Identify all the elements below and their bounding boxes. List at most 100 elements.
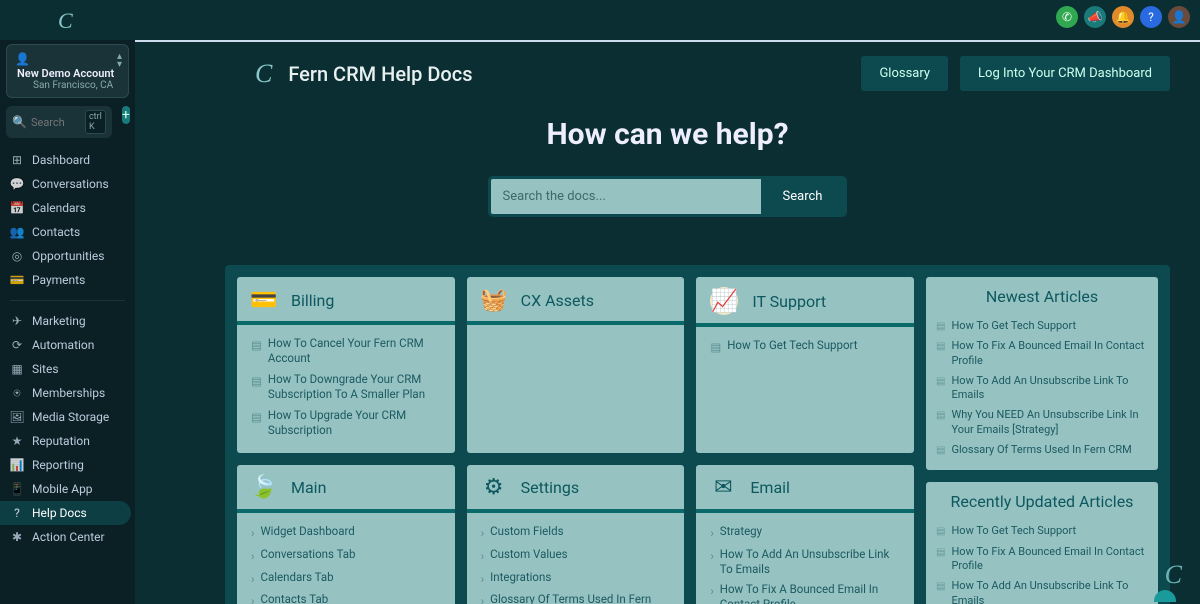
article-link[interactable]: ▤How To Get Tech Support: [710, 335, 900, 358]
sidebar-search[interactable]: 🔍 ctrl K: [6, 106, 112, 138]
search-input[interactable]: [31, 116, 81, 129]
article-title: Calendars Tab: [260, 570, 333, 585]
sidebar: 👤 New Demo Account San Francisco, CA ▴▾ …: [0, 40, 135, 604]
sidebar-item-label: Opportunities: [32, 249, 104, 263]
phone-icon[interactable]: ✆: [1056, 6, 1078, 28]
article-link[interactable]: ›Custom Values: [481, 544, 671, 567]
sidebar-item-reporting[interactable]: 📊Reporting: [0, 453, 135, 477]
side-box: Recently Updated Articles▤How To Get Tec…: [926, 482, 1158, 604]
category-email: ✉Email ›Strategy›How To Add An Unsubscrib…: [696, 465, 914, 604]
category-it-support: 📈IT Support ▤How To Get Tech Support: [696, 277, 914, 453]
avatar-icon[interactable]: 👤: [1168, 6, 1190, 28]
category-header[interactable]: ⚙Settings: [467, 465, 685, 513]
article-link[interactable]: ▤How To Get Tech Support: [936, 316, 1148, 336]
sidebar-item-label: Mobile App: [32, 482, 93, 496]
header-logo[interactable]: C: [255, 59, 272, 89]
sidebar-item-media-storage[interactable]: 🖼 Media Storage: [0, 405, 135, 429]
article-link[interactable]: ›Contacts Tab: [251, 589, 441, 604]
question-icon[interactable]: ?: [1140, 6, 1162, 28]
page-title: Fern CRM Help Docs: [288, 62, 472, 86]
hero-title: How can we help?: [135, 117, 1200, 152]
sidebar-item-conversations[interactable]: 💬Conversations: [0, 172, 135, 196]
sidebar-item-sites[interactable]: ▦Sites: [0, 357, 135, 381]
article-link[interactable]: ›Integrations: [481, 567, 671, 590]
category-settings: ⚙Settings ›Custom Fields›Custom Values›In…: [467, 465, 685, 604]
article-link[interactable]: ▤How To Fix A Bounced Email In Contact P…: [936, 542, 1148, 577]
sidebar-item-label: Marketing: [32, 314, 86, 328]
sidebar-item-help-docs[interactable]: ?Help Docs: [0, 501, 131, 525]
category-header[interactable]: 💳Billing: [237, 277, 455, 325]
article-link[interactable]: ›Calendars Tab: [251, 567, 441, 590]
sidebar-item-automation[interactable]: ⟳Automation: [0, 333, 135, 357]
article-link[interactable]: ▤Why You NEED An Unsubscribe Link In You…: [936, 405, 1148, 440]
article-link[interactable]: ▤How To Downgrade Your CRM Subscription …: [251, 369, 441, 405]
article-link[interactable]: ▤How To Add An Unsubscribe Link To Email…: [936, 576, 1148, 604]
article-link[interactable]: ▤Glossary Of Terms Used In Fern CRM: [936, 440, 1148, 460]
horn-icon[interactable]: 📣: [1084, 6, 1106, 28]
article-title: How To Fix A Bounced Email In Contact Pr…: [720, 582, 900, 604]
article-link[interactable]: ▤How To Cancel Your Fern CRM Account: [251, 333, 441, 369]
article-link[interactable]: ›Widget Dashboard: [251, 521, 441, 544]
side-box: Newest Articles▤How To Get Tech Support▤…: [926, 277, 1158, 470]
opportunities-icon: ◎: [10, 249, 24, 263]
sidebar-item-opportunities[interactable]: ◎ Opportunities: [0, 244, 135, 268]
article-link[interactable]: › How To Fix A Bounced Email In Contact P…: [710, 579, 900, 604]
category-header[interactable]: 🍃Main: [237, 465, 455, 513]
payments-icon: 💳: [10, 273, 24, 287]
category-header[interactable]: ✉Email: [696, 465, 914, 513]
memberships-icon: ⍟: [10, 386, 24, 400]
sidebar-item-label: Payments: [32, 273, 85, 287]
article-link[interactable]: ▤How To Upgrade Your CRM Subscription: [251, 405, 441, 441]
marketing-icon: ✈: [10, 314, 24, 328]
category-icon: 💳: [251, 287, 277, 313]
sidebar-item-label: Automation: [32, 338, 94, 352]
article-title: How To Fix A Bounced Email In Contact Pr…: [951, 545, 1148, 574]
article-link[interactable]: ▤How To Add An Unsubscribe Link To Email…: [936, 371, 1148, 406]
category-main: 🍃Main›Widget Dashboard›Conversations Tab…: [237, 465, 455, 604]
side-box-title: Newest Articles: [926, 277, 1158, 312]
article-link[interactable]: ›How To Add An Unsubscribe Link To Email…: [710, 544, 900, 580]
article-title: Conversations Tab: [260, 547, 355, 562]
sidebar-item-contacts[interactable]: 👥Contacts: [0, 220, 135, 244]
article-title: How To Get Tech Support: [951, 524, 1076, 538]
float-logo[interactable]: C: [1165, 560, 1182, 590]
brand-logo[interactable]: C: [58, 8, 73, 34]
glossary-button[interactable]: Glossary: [861, 56, 948, 91]
sidebar-item-memberships[interactable]: ⍟Memberships: [0, 381, 135, 405]
article-link[interactable]: ▤How To Get Tech Support: [936, 521, 1148, 541]
docs-search-input[interactable]: [491, 179, 761, 214]
bullet-icon: ›: [710, 584, 713, 599]
sidebar-item-mobile-app[interactable]: 📱 Mobile App: [0, 477, 135, 501]
category-icon: 🧺: [481, 287, 507, 313]
article-title: Why You NEED An Unsubscribe Link In Your…: [951, 408, 1148, 437]
category-body: [467, 325, 685, 345]
nav-separator: [10, 300, 125, 301]
user-icon: 👤: [15, 52, 29, 66]
sidebar-item-reputation[interactable]: ★Reputation: [0, 429, 135, 453]
sidebar-item-marketing[interactable]: ✈ Marketing: [0, 309, 135, 333]
mobile-app-icon: 📱: [10, 482, 24, 496]
sidebar-item-payments[interactable]: 💳 Payments: [0, 268, 135, 292]
media-storage-icon: 🖼: [10, 410, 24, 424]
sidebar-item-action-center[interactable]: ✱Action Center: [0, 525, 135, 549]
article-link[interactable]: ›Custom Fields: [481, 521, 671, 544]
sidebar-item-label: Media Storage: [32, 410, 109, 424]
article-link[interactable]: ›Glossary Of Terms Used In Fern CRM: [481, 589, 671, 604]
article-title: How To Add An Unsubscribe Link To Emails: [951, 374, 1148, 403]
article-title: How To Downgrade Your CRM Subscription T…: [268, 372, 441, 402]
article-link[interactable]: ›Conversations Tab: [251, 544, 441, 567]
article-link[interactable]: ▤How To Fix A Bounced Email In Contact P…: [936, 336, 1148, 371]
account-switcher[interactable]: 👤 New Demo Account San Francisco, CA ▴▾: [6, 44, 129, 98]
category-body: ›Widget Dashboard›Conversations Tab›Cale…: [237, 513, 455, 604]
category-header[interactable]: 🧺CX Assets: [467, 277, 685, 325]
sidebar-item-calendars[interactable]: 📅Calendars: [0, 196, 135, 220]
category-header[interactable]: 📈IT Support: [696, 277, 914, 327]
docs-search-button[interactable]: Search: [761, 179, 845, 214]
sidebar-item-dashboard[interactable]: ⊞Dashboard: [0, 148, 135, 172]
bell-icon[interactable]: 🔔: [1112, 6, 1134, 28]
add-button[interactable]: +: [122, 106, 130, 124]
calendars-icon: 📅: [10, 201, 24, 215]
account-title: New Demo Account: [17, 67, 114, 80]
login-dashboard-button[interactable]: Log Into Your CRM Dashboard: [960, 56, 1170, 91]
article-link[interactable]: ›Strategy: [710, 521, 900, 544]
